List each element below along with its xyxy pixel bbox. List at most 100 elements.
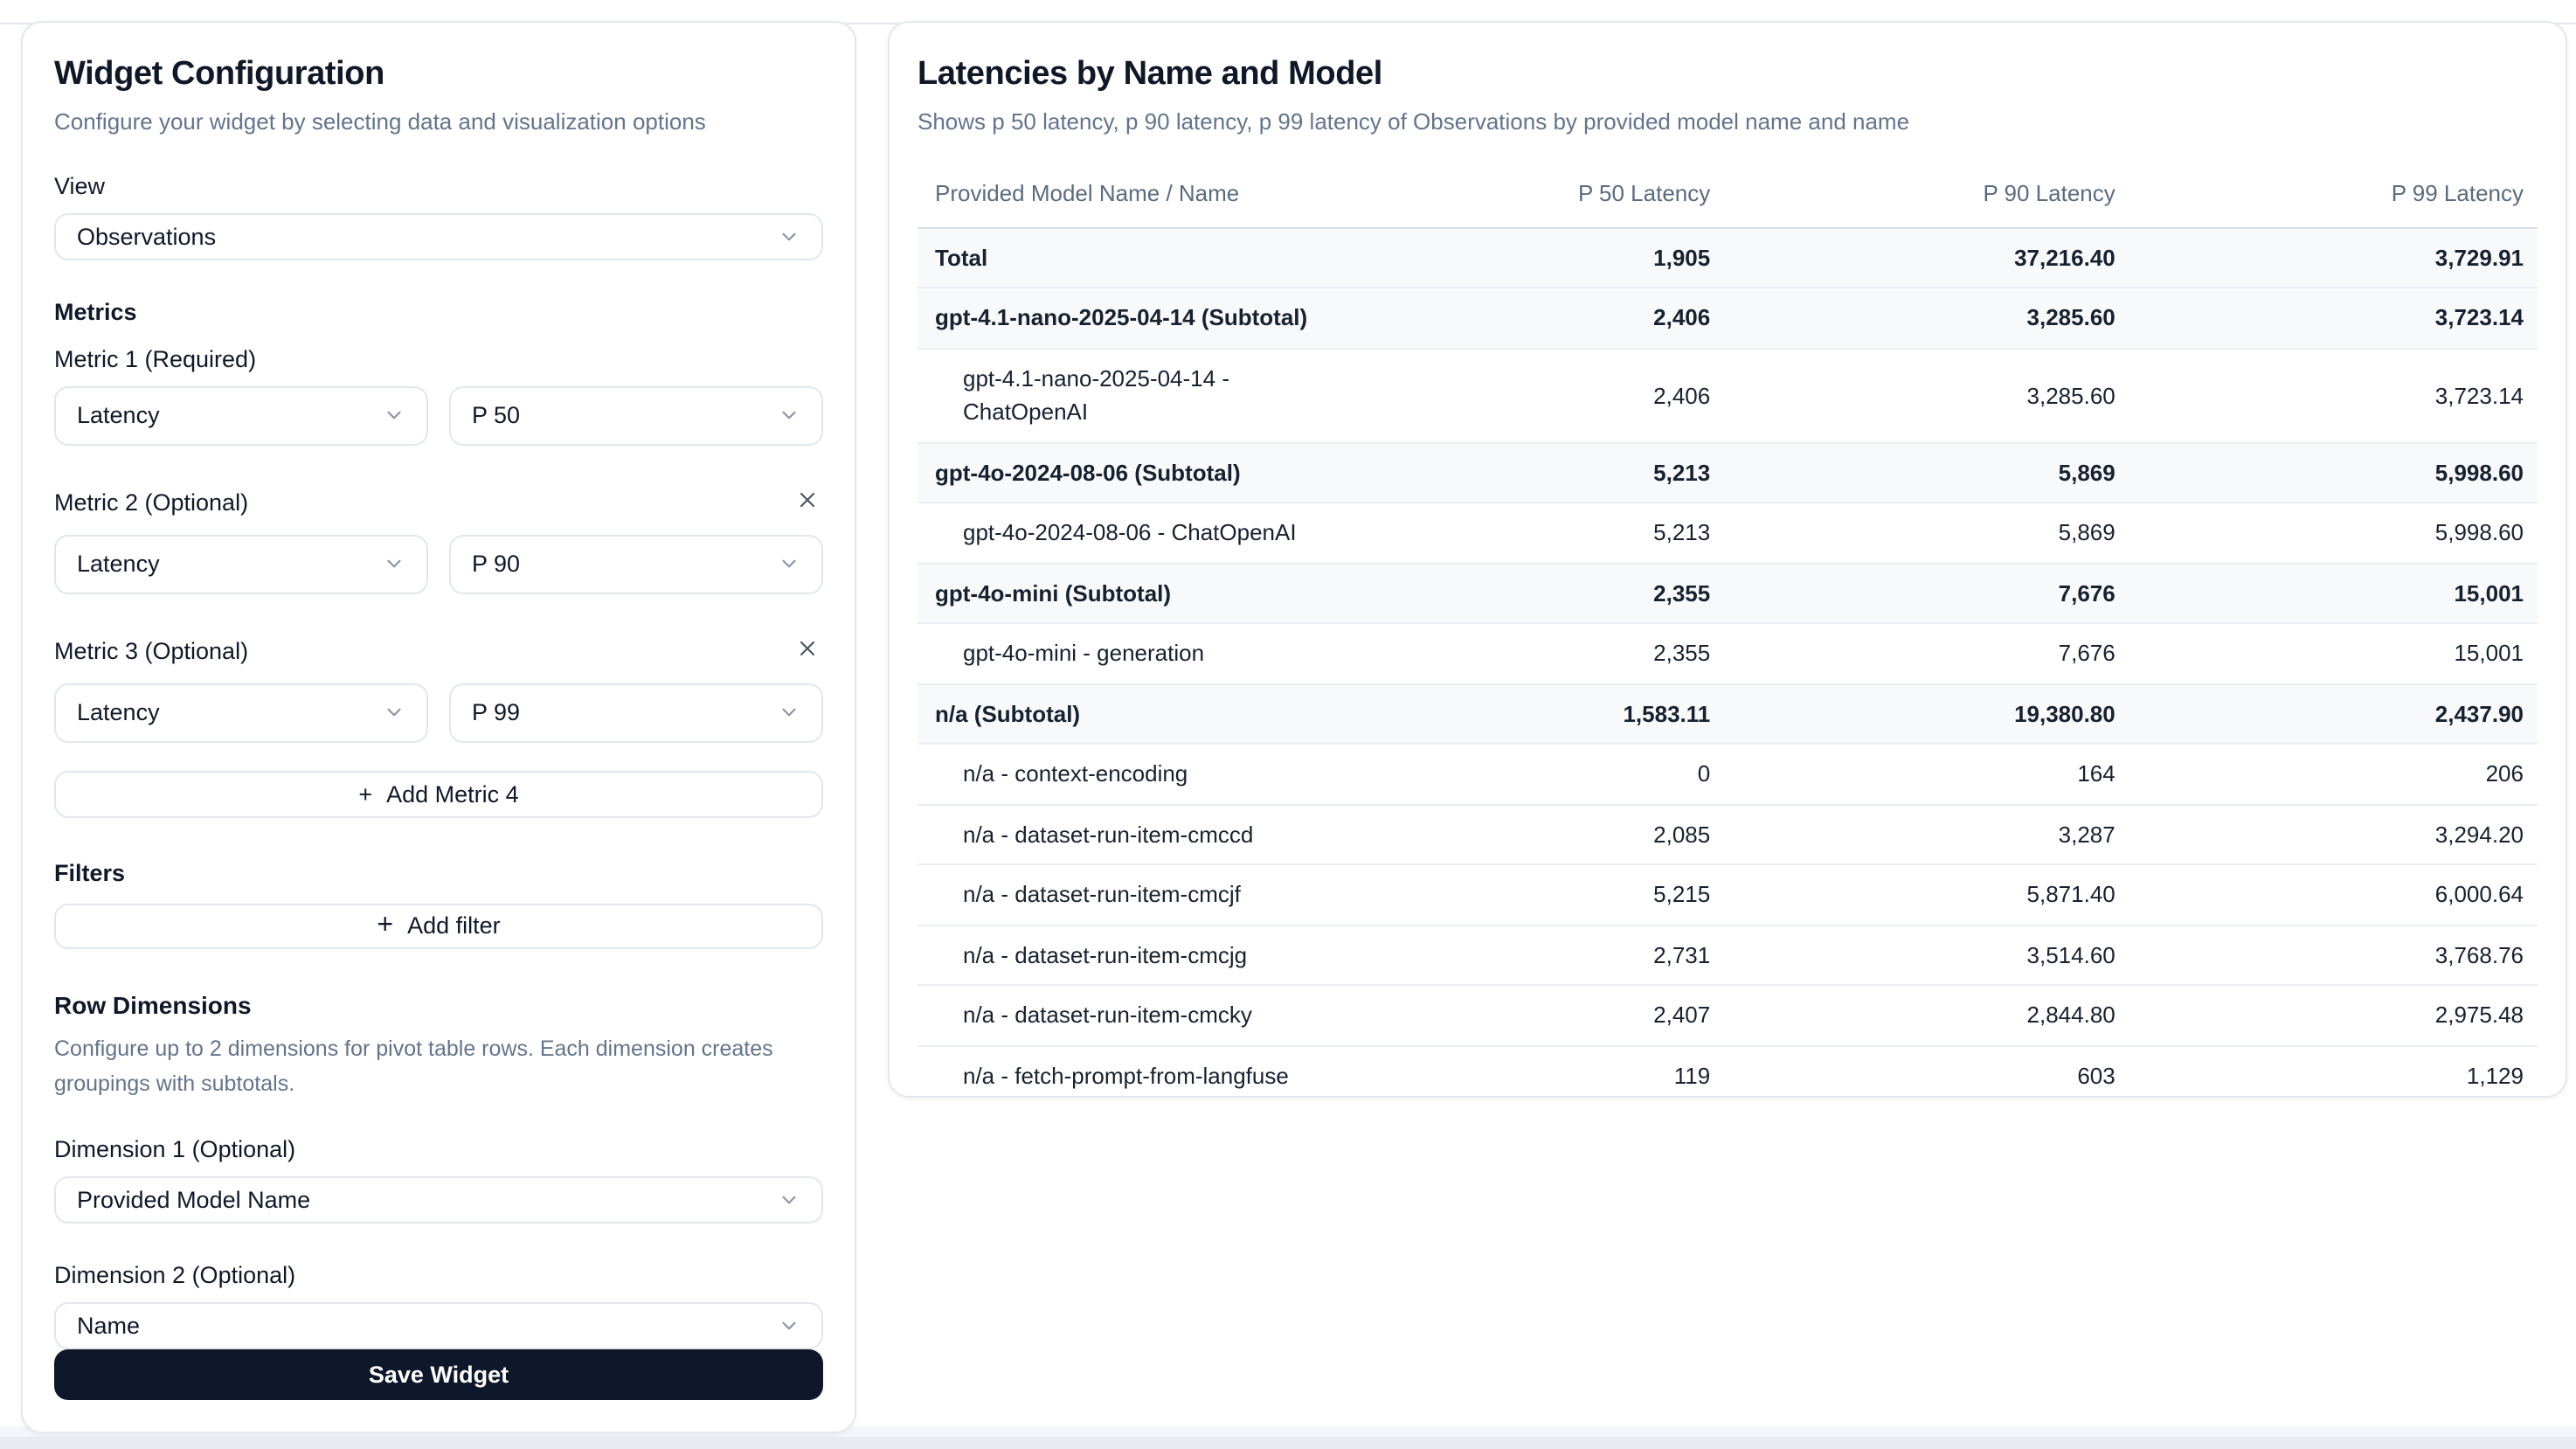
cell-name: n/a - dataset-run-item-cmcjg xyxy=(918,926,1371,986)
cell-p50: 2,355 xyxy=(1371,624,1724,684)
add-metric-button[interactable]: + Add Metric 4 xyxy=(54,770,823,817)
table-header-row: Provided Model Name / Name P 50 Latency … xyxy=(918,180,2538,228)
cell-p50: 2,406 xyxy=(1371,288,1724,349)
chevron-down-icon xyxy=(383,701,405,724)
metric-1-label-row: Metric 1 (Required) xyxy=(54,345,823,371)
column-header-p99: P 99 Latency xyxy=(2129,180,2538,228)
plus-icon: + xyxy=(377,911,393,942)
cell-p50: 119 xyxy=(1371,1046,1724,1106)
cell-name: gpt-4o-mini (Subtotal) xyxy=(918,564,1371,624)
table-row: gpt-4o-2024-08-06 - ChatOpenAI5,2135,869… xyxy=(918,503,2538,564)
cell-p90: 3,514.60 xyxy=(1724,926,2129,986)
table-row: n/a (Subtotal)1,583.1119,380.802,437.90 xyxy=(918,684,2538,745)
widget-preview-panel: Latencies by Name and Model Shows p 50 l… xyxy=(888,21,2567,1098)
cell-name: gpt-4.1-nano-2025-04-14 (Subtotal) xyxy=(918,288,1371,349)
chevron-down-icon xyxy=(383,404,405,426)
cell-p50: 5,215 xyxy=(1371,865,1724,926)
cell-p99: 6,000.64 xyxy=(2129,865,2538,926)
view-select[interactable]: Observations xyxy=(54,213,823,260)
metric-1-selects: Latency P 50 xyxy=(54,385,823,445)
cell-name: n/a - dataset-run-item-cmcky xyxy=(918,986,1371,1046)
cell-p50: 0 xyxy=(1371,745,1724,805)
cell-p99: 2,975.48 xyxy=(2129,986,2538,1046)
cell-p90: 5,869 xyxy=(1724,503,2129,564)
metric-3-label-row: Metric 3 (Optional) xyxy=(54,632,823,669)
add-filter-button[interactable]: + Add filter xyxy=(54,903,823,950)
metric-3-measure-select[interactable]: Latency xyxy=(54,683,428,742)
cell-name: n/a - context-encoding xyxy=(918,745,1371,805)
cell-p90: 19,380.80 xyxy=(1724,684,2129,745)
cell-p99: 15,001 xyxy=(2129,564,2538,624)
metrics-list: Metric 1 (Required)LatencyP 50Metric 2 (… xyxy=(54,324,823,742)
metric-2-selects: Latency P 90 xyxy=(54,534,823,593)
cell-p99: 15,001 xyxy=(2129,624,2538,684)
dimension1-label: Dimension 1 (Optional) xyxy=(54,1136,823,1162)
cell-p50: 2,731 xyxy=(1371,926,1724,986)
aggregation-value: P 90 xyxy=(472,551,520,577)
column-header-p50: P 50 Latency xyxy=(1371,180,1724,228)
row-dimensions-description: Configure up to 2 dimensions for pivot t… xyxy=(54,1034,788,1102)
column-header-name: Provided Model Name / Name xyxy=(918,180,1371,228)
chevron-down-icon xyxy=(778,701,800,724)
aggregation-value: P 50 xyxy=(472,402,520,428)
cell-p50: 2,407 xyxy=(1371,986,1724,1046)
cell-p90: 3,285.60 xyxy=(1724,349,2129,443)
dimension2-select-value: Name xyxy=(77,1312,140,1338)
filters-section-label: Filters xyxy=(54,859,823,885)
close-icon xyxy=(795,635,820,665)
cell-p90: 2,844.80 xyxy=(1724,986,2129,1046)
metric-3-aggregation-select[interactable]: P 99 xyxy=(449,683,823,742)
cell-p99: 5,998.60 xyxy=(2129,443,2538,503)
metric-3-selects: Latency P 99 xyxy=(54,683,823,742)
measure-value: Latency xyxy=(77,699,160,725)
metric-1-label: Metric 1 (Required) xyxy=(54,345,256,371)
add-filter-label: Add filter xyxy=(407,913,501,939)
chevron-down-icon xyxy=(778,552,800,575)
dimension1-select-value: Provided Model Name xyxy=(77,1187,310,1213)
cell-p99: 3,723.14 xyxy=(2129,288,2538,349)
table-row: n/a - context-encoding0164206 xyxy=(918,745,2538,805)
table-row: Total1,90537,216.403,729.91 xyxy=(918,228,2538,288)
cell-p50: 2,085 xyxy=(1371,805,1724,865)
remove-metric-2-button[interactable] xyxy=(792,483,823,520)
cell-p50: 1,905 xyxy=(1371,228,1724,288)
add-metric-label: Add Metric 4 xyxy=(386,780,519,807)
widget-configuration-panel: Widget Configuration Configure your widg… xyxy=(21,21,856,1433)
cell-p50: 5,213 xyxy=(1371,503,1724,564)
cell-p90: 3,285.60 xyxy=(1724,288,2129,349)
cell-p90: 3,287 xyxy=(1724,805,2129,865)
remove-metric-3-button[interactable] xyxy=(792,632,823,669)
save-widget-button[interactable]: Save Widget xyxy=(54,1348,823,1400)
cell-p99: 206 xyxy=(2129,745,2538,805)
cell-name: n/a (Subtotal) xyxy=(918,684,1371,745)
metric-1-aggregation-select[interactable]: P 50 xyxy=(449,385,823,445)
chevron-down-icon xyxy=(778,404,800,426)
chevron-down-icon xyxy=(778,225,800,248)
cell-p99: 3,729.91 xyxy=(2129,228,2538,288)
cell-p99: 2,437.90 xyxy=(2129,684,2538,745)
cell-name: gpt-4.1-nano-2025-04-14 - ChatOpenAI xyxy=(918,349,1371,443)
table-row: n/a - fetch-prompt-from-langfuse1196031,… xyxy=(918,1046,2538,1106)
table-row: gpt-4.1-nano-2025-04-14 (Subtotal)2,4063… xyxy=(918,288,2538,349)
metric-1-measure-select[interactable]: Latency xyxy=(54,385,428,445)
cell-p99: 3,294.20 xyxy=(2129,805,2538,865)
metric-2-measure-select[interactable]: Latency xyxy=(54,534,428,593)
widget-title: Latencies by Name and Model xyxy=(918,54,2538,96)
cell-p99: 3,723.14 xyxy=(2129,349,2538,443)
measure-value: Latency xyxy=(77,551,160,577)
cell-p50: 2,355 xyxy=(1371,564,1724,624)
page-bottom-strip xyxy=(0,1437,2576,1449)
measure-value: Latency xyxy=(77,402,160,428)
aggregation-value: P 99 xyxy=(472,699,520,725)
cell-name: gpt-4o-2024-08-06 (Subtotal) xyxy=(918,443,1371,503)
latency-pivot-table: Provided Model Name / Name P 50 Latency … xyxy=(918,180,2538,1106)
table-row: gpt-4.1-nano-2025-04-14 - ChatOpenAI2,40… xyxy=(918,349,2538,443)
dimension1-select[interactable]: Provided Model Name xyxy=(54,1176,823,1224)
dimension2-select[interactable]: Name xyxy=(54,1302,823,1349)
cell-p99: 5,998.60 xyxy=(2129,503,2538,564)
cell-p90: 164 xyxy=(1724,745,2129,805)
table-row: n/a - dataset-run-item-cmccd2,0853,2873,… xyxy=(918,805,2538,865)
table-row: gpt-4o-mini (Subtotal)2,3557,67615,001 xyxy=(918,564,2538,624)
chevron-down-icon xyxy=(778,1314,800,1336)
metric-2-aggregation-select[interactable]: P 90 xyxy=(449,534,823,593)
